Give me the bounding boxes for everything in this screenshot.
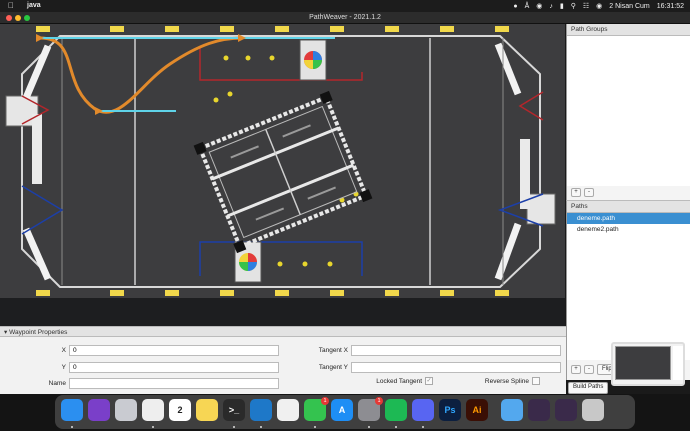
path-groups-list[interactable] [567,36,690,186]
finder-running-indicator [71,426,73,428]
battery-icon[interactable]: ▮ [560,2,564,10]
right-wall-panel [520,139,530,209]
menubar-date[interactable]: 2 Nisan Cum [609,3,649,10]
system-preferences-badge: 1 [375,397,383,405]
tangent-x-label: Tangent X [318,347,348,354]
build-paths-button[interactable]: Build Paths [568,382,609,394]
notes-icon[interactable] [196,399,218,421]
terminal-icon[interactable]: >_ [223,399,245,421]
path-groups-panel: Path Groups + - [566,24,690,200]
status-tray: ● Å ◉ ♪ ▮ ⚲ ☷ ◉ 2 Nisan Cum 16:31:52 [513,2,684,11]
control-center-icon[interactable]: ☷ [583,2,589,10]
path-groups-header: Path Groups [567,24,690,36]
recent-window-2-icon[interactable] [555,399,577,421]
discord-icon[interactable] [412,399,434,421]
add-path-button[interactable]: + [571,365,581,374]
paths-list[interactable]: deneme.path deneme2.path [567,213,690,360]
remove-path-group-button[interactable]: - [584,188,594,197]
vscode-icon[interactable] [250,399,272,421]
spotify-running-indicator [395,426,397,428]
field-drawing[interactable] [0,24,565,298]
field-footer-area [0,298,565,326]
tangent-y-field[interactable] [351,362,561,373]
illustrator-icon[interactable]: Ai [466,399,488,421]
thumbnail-panel-preview [673,346,683,380]
name-label: Name [48,380,66,387]
discord-running-indicator [422,426,424,428]
system-preferences-running-indicator [368,426,370,428]
record-icon[interactable]: ● [513,3,517,10]
remove-path-button[interactable]: - [584,365,594,374]
menu-bar:  java ● Å ◉ ♪ ▮ ⚲ ☷ ◉ 2 Nisan Cum 16:31… [0,0,690,12]
facetime-badge: 1 [321,397,329,405]
chrome-running-indicator [152,426,154,428]
tangent-x-field[interactable] [351,345,561,356]
add-path-group-button[interactable]: + [571,188,581,197]
terminal-running-indicator [233,426,235,428]
facetime-running-indicator [314,426,316,428]
thumbnail-field-preview [615,346,671,380]
control-panel-top [299,39,327,81]
y-field[interactable] [69,362,279,373]
recent-window-1-icon[interactable] [528,399,550,421]
screenshot-thumbnail[interactable] [611,342,685,386]
waypoint-properties-header: ▾ Waypoint Properties [0,327,566,337]
locked-tangent-checkbox[interactable]: ✓ [425,377,433,385]
wifi-icon[interactable]: ◉ [536,2,542,10]
launchpad-icon[interactable] [115,399,137,421]
trash-icon[interactable] [582,399,604,421]
x-label: X [61,347,66,354]
vscode-running-indicator [260,426,262,428]
left-wall-panel [32,114,42,184]
apple-icon[interactable]:  [8,1,14,10]
menubar-time[interactable]: 16:31:52 [657,3,684,10]
window-title: PathWeaver - 2021.1.2 [309,14,381,21]
active-app-name[interactable]: java [27,2,41,9]
waypoint-properties-panel: ▾ Waypoint Properties X Y Name Tangent X… [0,326,566,394]
waypoint-properties-title: Waypoint Properties [9,329,68,336]
calendar-icon[interactable]: 2 [169,399,191,421]
speaker-icon[interactable]: ♪ [549,3,553,10]
chrome-icon[interactable] [142,399,164,421]
x-field[interactable] [69,345,279,356]
tangent-y-label: Tangent Y [318,364,348,371]
downloads-folder-icon[interactable] [501,399,523,421]
reverse-spline-label: Reverse Spline [484,378,529,385]
reverse-spline-checkbox[interactable] [532,377,540,385]
bluetooth-icon[interactable]: Å [525,3,530,10]
path-item[interactable]: deneme2.path [567,224,690,235]
siri-icon[interactable]: ◉ [596,2,602,10]
paths-header: Paths [567,201,690,213]
carpet [0,24,565,298]
siri-icon[interactable] [88,399,110,421]
locked-tangent-label: Locked Tangent [376,378,422,385]
collapse-arrow-icon[interactable]: ▾ [4,329,7,336]
dock: 2 >_ 1 A 1 Ps Ai [55,395,635,429]
name-field[interactable] [69,378,279,389]
finder-icon[interactable] [61,399,83,421]
y-label: Y [61,364,66,371]
search-icon[interactable]: ⚲ [571,2,576,10]
field-canvas[interactable] [0,24,565,298]
photoshop-icon[interactable]: Ps [439,399,461,421]
app-store-icon[interactable]: A [331,399,353,421]
spotify-icon[interactable] [385,399,407,421]
path-item[interactable]: deneme.path [567,213,690,224]
window-titlebar[interactable]: PathWeaver - 2021.1.2 [0,12,690,24]
photos-icon[interactable] [277,399,299,421]
